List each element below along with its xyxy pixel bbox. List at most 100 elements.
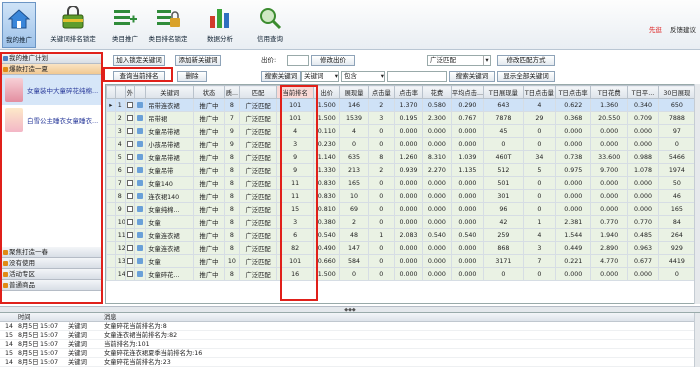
- column-header[interactable]: 匹配: [239, 85, 278, 99]
- row-checkbox[interactable]: [124, 267, 136, 281]
- row-checkbox[interactable]: [124, 241, 136, 255]
- column-header[interactable]: T日点击率: [555, 85, 592, 99]
- t-clicks-cell: 1: [522, 215, 557, 229]
- sidebar-item-product-2[interactable]: 白雪公主睡衣女童睡衣...: [1, 105, 102, 135]
- lock-icon: [59, 4, 87, 32]
- feedback-link[interactable]: 反馈建议: [670, 26, 696, 34]
- row-checkbox[interactable]: [124, 176, 136, 190]
- toolbar-my-promotion-button[interactable]: 我的推广: [2, 2, 36, 48]
- table-vertical-scrollbar[interactable]: [694, 84, 700, 304]
- add-new-keyword-button[interactable]: 添加新关键词: [175, 55, 221, 66]
- column-header[interactable]: 状态: [193, 85, 225, 99]
- row-checkbox[interactable]: [124, 111, 136, 125]
- table-row[interactable]: 8 连衣裙140 推广中 8 广泛匹配 11 0.830 10 0 0.000 0.000 0.000…: [106, 189, 697, 203]
- column-header[interactable]: 点击率: [393, 85, 424, 99]
- table-row[interactable]: 10 女童 推广中 8 广泛匹配 3 0.380 2 0 0.000 0.000 0.000 42 1 2.…: [106, 215, 697, 229]
- table-row[interactable]: 5 女童吊带裙 推广中 8 广泛匹配 9 1.140 635 8 1.260 8.310 1.039 4…: [106, 150, 697, 164]
- modify-match-button[interactable]: 修改匹配方式: [497, 55, 555, 66]
- toolbar-label: 类目排名锁定: [148, 35, 188, 43]
- bid-cell: 1.500: [313, 267, 341, 281]
- t-impressions-cell: 3171: [483, 254, 524, 268]
- column-header[interactable]: T日花费: [590, 85, 629, 99]
- row-checkbox[interactable]: [124, 202, 136, 216]
- table-row[interactable]: 2 吊带裙 推广中 7 广泛匹配 101 1.500 1539 3 0.195 2.300 0.767…: [106, 111, 697, 125]
- table-row[interactable]: 12 女童连衣裙 推广中 8 广泛匹配 82 0.490 147 0 0.000 0.000 0.00…: [106, 241, 697, 255]
- table-row[interactable]: 9 女童纯棉... 推广中 8 广泛匹配 15 0.810 69 0 0.000 0.000 0.00…: [106, 202, 697, 216]
- column-header[interactable]: [114, 85, 126, 99]
- show-all-keywords-button[interactable]: 显示全部关键词: [497, 71, 555, 82]
- row-checkbox[interactable]: [124, 254, 136, 268]
- toolbar-credit-query-button[interactable]: 信用查询: [250, 2, 290, 48]
- column-header[interactable]: T日平...: [627, 85, 659, 99]
- top-link-first[interactable]: 先逛: [649, 26, 662, 34]
- column-header[interactable]: T日点击量: [522, 85, 557, 99]
- sidebar-group-events[interactable]: 活动专区: [1, 269, 102, 280]
- toolbar-keyword-lock-button[interactable]: 关键词排名锁定: [44, 2, 102, 48]
- impressions-cell: 146: [339, 98, 369, 112]
- table-body: ▸ 1 吊带连衣裙 推广中 8 广泛匹配 101 1.500 146 2 1.370 0.580 0.2…: [106, 98, 697, 281]
- sidebar-group-spring[interactable]: 聚焦打造一春: [1, 247, 102, 258]
- t-impressions-cell: 301: [483, 189, 524, 203]
- table-row[interactable]: 11 女童连衣裙 推广中 8 广泛匹配 6 0.540 48 1 2.083 0.540 0.540 2…: [106, 228, 697, 242]
- cost-cell: 0.000: [422, 189, 452, 203]
- search-keyword-label-button[interactable]: 搜索关键词: [261, 71, 301, 82]
- row-indicator-icon: [106, 150, 116, 164]
- bid-input[interactable]: [287, 55, 309, 66]
- delete-button[interactable]: 删除: [177, 71, 207, 82]
- column-header[interactable]: 平均点击...: [450, 85, 485, 99]
- column-header[interactable]: 点击量: [367, 85, 395, 99]
- sidebar-group-unused[interactable]: 没有使用: [1, 258, 102, 269]
- table-row[interactable]: 4 小孩吊带裙 推广中 9 广泛匹配 3 0.230 0 0 0.000 0.000 0.000 0 0 0…: [106, 137, 697, 151]
- column-header[interactable]: 花费: [422, 85, 452, 99]
- column-header[interactable]: 外: [124, 85, 136, 99]
- column-header[interactable]: 当前排名: [276, 85, 315, 99]
- toolbar-category-lock-button[interactable]: 类目排名锁定: [144, 2, 192, 48]
- table-row[interactable]: 14 女童碎花... 推广中 8 广泛匹配 16 1.500 0 0 0.000 0.000 0.00…: [106, 267, 697, 281]
- match-type-select[interactable]: 广泛匹配 ▾: [427, 55, 491, 66]
- table-row[interactable]: ▸ 1 吊带连衣裙 推广中 8 广泛匹配 101 1.500 146 2 1.370 0.580 0.2…: [106, 98, 697, 112]
- row-checkbox[interactable]: [124, 163, 136, 177]
- column-header[interactable]: [134, 85, 147, 99]
- column-header[interactable]: [106, 85, 116, 99]
- row-checkbox[interactable]: [124, 137, 136, 151]
- sidebar-group-active[interactable]: 爆款打造一夏: [1, 64, 102, 75]
- sidebar-item-product-1[interactable]: 女童装中大童碎花纯棉...: [1, 75, 102, 105]
- column-header[interactable]: 质...: [223, 85, 241, 99]
- t-clicks-cell: 5: [522, 163, 557, 177]
- toolbar-category-promotion-button[interactable]: 类目推广: [108, 2, 142, 48]
- row-checkbox[interactable]: [124, 228, 136, 242]
- match-cell: 广泛匹配: [239, 137, 278, 151]
- search-operator-select[interactable]: 包含 ▾: [341, 71, 385, 82]
- row-checkbox[interactable]: [124, 124, 136, 138]
- quality-cell: 8: [223, 189, 241, 203]
- impressions-30d-cell: 97: [657, 124, 697, 138]
- checkbox-icon: [126, 101, 133, 108]
- status-cell: 推广中: [193, 176, 225, 190]
- table-row[interactable]: 3 女童吊带裙 推广中 9 广泛匹配 4 0.110 4 0 0.000 0.000 0.000 45 0…: [106, 124, 697, 138]
- search-keyword-button[interactable]: 搜索关键词: [449, 71, 495, 82]
- toolbar-data-analysis-button[interactable]: 数据分析: [200, 2, 240, 48]
- column-header[interactable]: 30日展现: [657, 85, 697, 99]
- sidebar-header[interactable]: 我的推广计划: [1, 53, 102, 64]
- query-rank-button[interactable]: 查询当前排名: [113, 71, 165, 82]
- row-checkbox[interactable]: [124, 189, 136, 203]
- search-input[interactable]: [387, 71, 447, 82]
- table-row[interactable]: 13 女童 推广中 10 广泛匹配 101 0.660 584 0 0.000 0.000 0.000…: [106, 254, 697, 268]
- row-checkbox[interactable]: [124, 98, 136, 112]
- keyword-cell: 女童吊带: [145, 163, 195, 177]
- add-lock-keyword-button[interactable]: 加入锁定关键词: [113, 55, 165, 66]
- row-checkbox[interactable]: [124, 150, 136, 164]
- column-header[interactable]: 出价: [313, 85, 341, 99]
- column-header[interactable]: T日展现量: [483, 85, 524, 99]
- ctr-cell: 0.000: [393, 176, 424, 190]
- keyword-icon: [137, 218, 144, 225]
- column-header[interactable]: 关键词: [145, 85, 195, 99]
- row-checkbox[interactable]: [124, 215, 136, 229]
- search-field-select[interactable]: 关键词 ▾: [301, 71, 339, 82]
- log-vertical-scrollbar[interactable]: [694, 313, 700, 367]
- modify-bid-button[interactable]: 修改出价: [311, 55, 355, 66]
- table-row[interactable]: 6 女童吊带 推广中 8 广泛匹配 9 1.330 213 2 0.939 2.270 1.135 51…: [106, 163, 697, 177]
- sidebar-group-normal[interactable]: 普通商品: [1, 280, 102, 291]
- table-row[interactable]: 7 女童140 推广中 8 广泛匹配 11 0.830 165 0 0.000 0.000 0.000…: [106, 176, 697, 190]
- column-header[interactable]: 展现量: [339, 85, 369, 99]
